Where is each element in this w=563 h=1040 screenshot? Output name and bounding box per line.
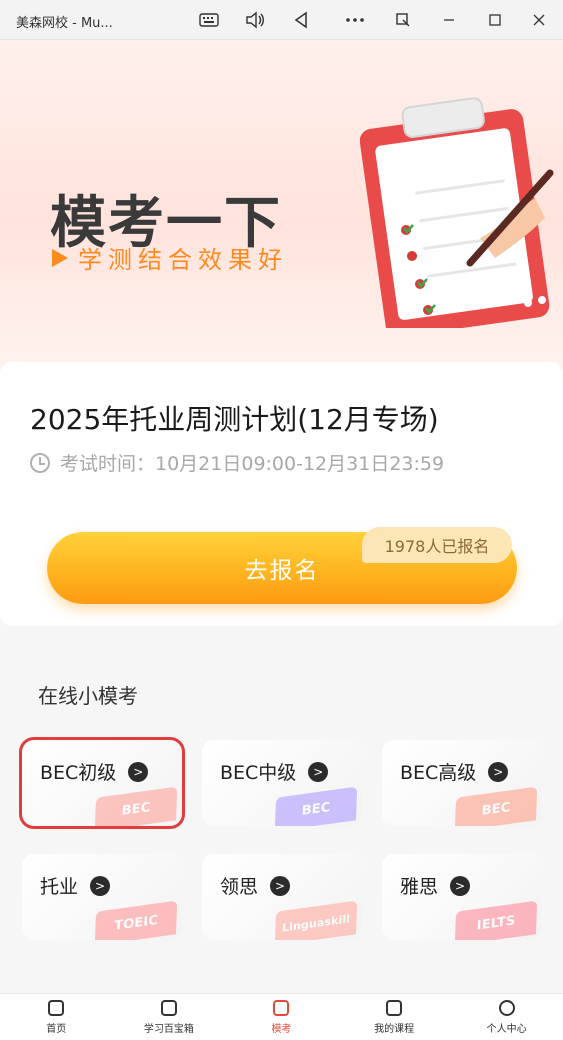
nav-toolbox[interactable]: 学习百宝箱 — [113, 994, 226, 1040]
tile-label: BEC中级 > — [220, 758, 329, 785]
nav-my-courses[interactable]: 我的课程 — [338, 994, 451, 1040]
arrow-right-icon: > — [128, 761, 149, 782]
arrow-right-icon: > — [450, 875, 471, 896]
tile-label: 领思 > — [220, 872, 291, 899]
profile-icon — [498, 999, 515, 1016]
clock-icon — [30, 452, 50, 473]
more-icon[interactable] — [342, 8, 368, 32]
window-titlebar: 美森网校 - Mu... — [0, 0, 563, 40]
minimize-icon[interactable] — [436, 8, 462, 32]
tile-label: BEC高级 > — [400, 758, 509, 785]
screen-icon[interactable] — [390, 8, 416, 32]
arrow-right-icon: > — [270, 875, 291, 896]
maximize-icon[interactable] — [482, 8, 508, 32]
home-icon — [48, 999, 65, 1016]
bec-document-icon: BEC — [454, 786, 538, 826]
toolbox-icon — [160, 999, 177, 1016]
close-icon[interactable] — [526, 8, 552, 32]
nav-label: 个人中心 — [486, 1023, 527, 1035]
nav-label: 首页 — [46, 1023, 67, 1035]
tile-label: 托业 > — [40, 872, 111, 899]
toeic-document-icon: TOEIC — [94, 900, 178, 940]
keyboard-icon[interactable] — [196, 8, 222, 32]
banner-subtitle: 学测结合效果好 — [78, 246, 288, 274]
window-title: 美森网校 - Mu... — [16, 16, 113, 31]
course-icon — [386, 999, 403, 1016]
exam-plan-card: 2025年托业周测计划(12月专场) 考试时间：10月21日09:00-12月3… — [0, 362, 563, 626]
tile-bec-preliminary[interactable]: BEC初级 > BEC — [19, 737, 185, 829]
nav-home[interactable]: 首页 — [0, 994, 113, 1040]
ielts-document-icon: IELTS — [454, 900, 538, 940]
arrow-right-icon: > — [90, 875, 111, 896]
nav-label: 学习百宝箱 — [143, 1023, 194, 1035]
bottom-nav: 首页 学习百宝箱 模考 我的课程 个人中心 — [0, 993, 563, 1040]
nav-label: 我的课程 — [374, 1023, 415, 1035]
tile-ielts[interactable]: 雅思 > IELTS — [382, 854, 542, 940]
hero-banner: 模考一下 学测结合效果好 — [0, 40, 563, 370]
plan-title: 2025年托业周测计划(12月专场) — [30, 403, 439, 436]
tile-label: 雅思 > — [400, 872, 471, 899]
tile-linguaskill[interactable]: 领思 > Linguaskill — [202, 854, 362, 940]
arrow-right-icon: > — [308, 761, 329, 782]
bec-document-icon: BEC — [274, 786, 358, 826]
back-icon[interactable] — [288, 8, 314, 32]
tile-label: BEC初级 > — [40, 758, 149, 785]
linguaskill-document-icon: Linguaskill — [274, 900, 358, 940]
volume-icon[interactable] — [242, 8, 268, 32]
banner-subtitle-row: 学测结合效果好 — [52, 240, 288, 275]
nav-profile[interactable]: 个人中心 — [450, 994, 563, 1040]
nav-mock-exam[interactable]: 模考 — [225, 994, 338, 1040]
tile-bec-higher[interactable]: BEC高级 > BEC — [382, 740, 542, 826]
tile-bec-vantage[interactable]: BEC中级 > BEC — [202, 740, 362, 826]
exam-icon — [273, 999, 290, 1016]
section-title: 在线小模考 — [38, 684, 138, 708]
arrow-right-icon: > — [488, 761, 509, 782]
clipboard-illustration — [360, 97, 554, 328]
play-icon — [52, 248, 68, 267]
tile-toeic[interactable]: 托业 > TOEIC — [22, 854, 182, 940]
nav-label: 模考 — [271, 1023, 292, 1035]
register-count-badge: 1978人已报名 — [362, 527, 512, 563]
exam-time-row: 考试时间：10月21日09:00-12月31日23:59 — [30, 449, 444, 476]
bec-document-icon: BEC — [94, 786, 178, 826]
exam-time: 考试时间：10月21日09:00-12月31日23:59 — [60, 453, 445, 475]
